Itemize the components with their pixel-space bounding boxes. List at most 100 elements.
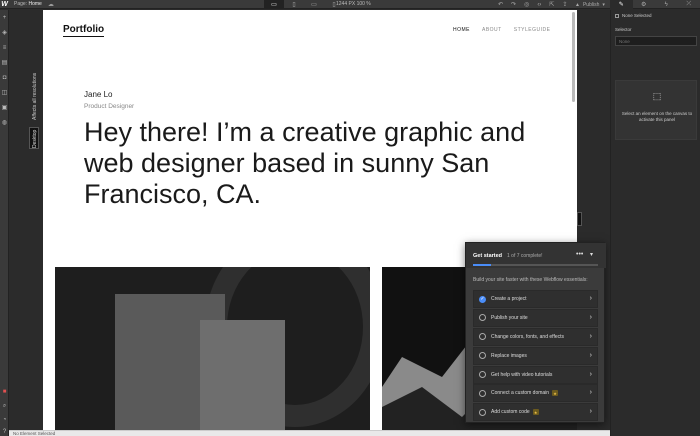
style-panel: None Selected Selector None ⬚ Select an …	[610, 10, 700, 436]
left-toolbar: + ◈ ≡ ▤ ◘ ◫ ▣ ◍ ■ ⌕ ◔ ?	[0, 10, 9, 436]
check-empty-icon	[479, 371, 486, 379]
chevron-right-icon: ›	[589, 351, 592, 359]
check-empty-icon	[479, 352, 486, 360]
checklist-item-label: Get help with video tutorials	[491, 371, 553, 378]
checklist-item-label: Add custom code	[491, 409, 530, 416]
page-selector[interactable]: Page: Home	[14, 1, 42, 7]
checklist-item[interactable]: Get help with video tutorials ›	[473, 365, 598, 384]
audit-icon[interactable]: ■	[1, 388, 8, 395]
navigator-icon[interactable]: ≡	[1, 44, 8, 51]
chevron-right-icon: ›	[589, 332, 592, 340]
interactions-icon[interactable]: ϟ	[655, 0, 678, 9]
rocket-icon: ▲	[575, 1, 580, 8]
selection-status: None Selected	[615, 13, 652, 18]
pages-icon[interactable]: ▤	[1, 59, 8, 66]
check-empty-icon	[479, 408, 486, 416]
hero-headline[interactable]: Hey there! I’m a creative graphic and we…	[84, 117, 544, 210]
chevron-down-icon[interactable]: ▾	[590, 251, 593, 258]
help-icon[interactable]: ?	[1, 428, 8, 435]
canvas-scrollbar[interactable]	[572, 12, 575, 102]
get-started-intro: Build your site faster with these Webflo…	[473, 277, 588, 283]
element-box-icon	[615, 13, 619, 18]
image-shape	[200, 320, 285, 430]
checklist-item-label: Change colors, fonts, and effects	[491, 333, 565, 340]
checklist-item-label: Publish your site	[491, 314, 528, 321]
checklist-item[interactable]: Publish your site ›	[473, 308, 598, 327]
nav-link-home[interactable]: HOME	[453, 27, 470, 33]
hero-role[interactable]: Product Designer	[84, 103, 134, 110]
page-name: Home	[28, 1, 42, 7]
code-icon[interactable]: ‹›	[537, 2, 541, 8]
canvas-resize-handle[interactable]	[577, 212, 582, 226]
checklist-item-label: Connect a custom domain	[491, 390, 550, 397]
checklist-item[interactable]: ✓ Create a project ›	[473, 290, 598, 308]
breakpoint-badge[interactable]: Desktop	[29, 127, 39, 149]
style-manager-icon[interactable]: ◍	[1, 119, 8, 126]
breakpoint-name: Desktop	[32, 129, 38, 148]
preview-icon[interactable]: ◎	[524, 1, 529, 8]
premium-star-icon: ★	[532, 409, 539, 416]
publish-label: Publish	[582, 1, 600, 8]
top-tools: ↶ ↷ ◎ ‹› ⇱ ⇪	[498, 0, 567, 9]
premium-star-icon: ★	[552, 390, 559, 397]
panel-tabs: ✎ ⚙ ϟ ⤫	[610, 0, 700, 9]
checklist: ✓ Create a project › Publish your site › Ch…	[473, 290, 598, 422]
checklist-item[interactable]: Add custom code ★ ›	[473, 403, 598, 422]
breakpoint-note: Affects all resolutions	[32, 72, 38, 120]
landscape-breakpoint-icon[interactable]: ▭	[304, 0, 324, 9]
selector-input[interactable]: None	[615, 36, 697, 46]
hero-name[interactable]: Jane Lo	[84, 90, 112, 99]
get-started-panel: Get started 1 of 7 complete! ••• ▾ Build…	[465, 242, 606, 423]
chevron-right-icon: ›	[589, 408, 592, 416]
chevron-right-icon: ›	[589, 295, 592, 302]
cloud-icon[interactable]: ☁	[48, 1, 54, 8]
get-started-title: Get started	[473, 253, 503, 259]
redo-icon[interactable]: ↷	[511, 1, 516, 8]
checklist-item-label: Replace images	[491, 352, 527, 359]
chevron-right-icon: ›	[589, 313, 592, 321]
empty-panel-text: Select an element on the canvas to activ…	[621, 111, 693, 122]
export-icon[interactable]: ⇱	[549, 1, 554, 8]
checklist-item[interactable]: Change colors, fonts, and effects ›	[473, 327, 598, 346]
search-icon[interactable]: ⌕	[1, 403, 8, 410]
account-icon[interactable]: ◔	[1, 416, 8, 423]
more-options-icon[interactable]: •••	[576, 251, 583, 258]
nav-link-styleguide[interactable]: STYLEGUIDE	[514, 27, 551, 33]
tablet-breakpoint-icon[interactable]: ▯	[284, 0, 304, 9]
site-logo[interactable]: Portfolio	[63, 24, 105, 37]
check-done-icon: ✓	[479, 295, 486, 303]
selector-label: Selector	[615, 27, 632, 32]
checklist-item[interactable]: Connect a custom domain ★ ›	[473, 384, 598, 403]
top-bar: W Page: Home ☁ ▭ ▯ ▭ ▯ 1244 PX 100 % ↶ ↷…	[0, 0, 700, 9]
get-started-header: Get started 1 of 7 complete! ••• ▾	[466, 243, 606, 268]
gallery-image-1[interactable]	[55, 267, 370, 430]
settings-gear-icon[interactable]: ⚙	[633, 0, 656, 9]
check-empty-icon	[479, 333, 486, 341]
ecommerce-icon[interactable]: ◫	[1, 89, 8, 96]
breakpoint-switcher: ▭ ▯ ▭ ▯	[264, 0, 344, 9]
site-nav: HOME ABOUT STYLEGUIDE	[453, 27, 550, 33]
webflow-logo[interactable]: W	[0, 0, 9, 9]
webflow-designer: W Page: Home ☁ ▭ ▯ ▭ ▯ 1244 PX 100 % ↶ ↷…	[0, 0, 700, 436]
desktop-breakpoint-icon[interactable]: ▭	[264, 0, 284, 9]
nav-link-about[interactable]: ABOUT	[482, 27, 502, 33]
check-empty-icon	[479, 389, 486, 397]
check-empty-icon	[479, 314, 486, 322]
flow-icon[interactable]: ⤫	[678, 0, 700, 9]
cms-icon[interactable]: ◘	[1, 74, 8, 81]
checklist-item[interactable]: Replace images ›	[473, 346, 598, 365]
progress-fill	[473, 264, 491, 266]
publish-button[interactable]: ▲ Publish ▾	[575, 0, 605, 9]
undo-icon[interactable]: ↶	[498, 1, 503, 8]
style-brush-icon[interactable]: ✎	[610, 0, 633, 9]
checklist-item-label: Create a project	[491, 296, 527, 302]
assets-icon[interactable]: ▣	[1, 104, 8, 111]
cursor-select-icon: ⬚	[652, 91, 662, 101]
symbols-icon[interactable]: ◈	[1, 29, 8, 36]
page-prefix: Page:	[14, 1, 28, 7]
progress-bar	[473, 264, 598, 266]
get-started-count: 1 of 7 complete!	[507, 253, 543, 259]
add-element-icon[interactable]: +	[1, 14, 8, 21]
share-icon[interactable]: ⇪	[562, 1, 567, 8]
status-bar: No Element Selected	[9, 430, 610, 436]
